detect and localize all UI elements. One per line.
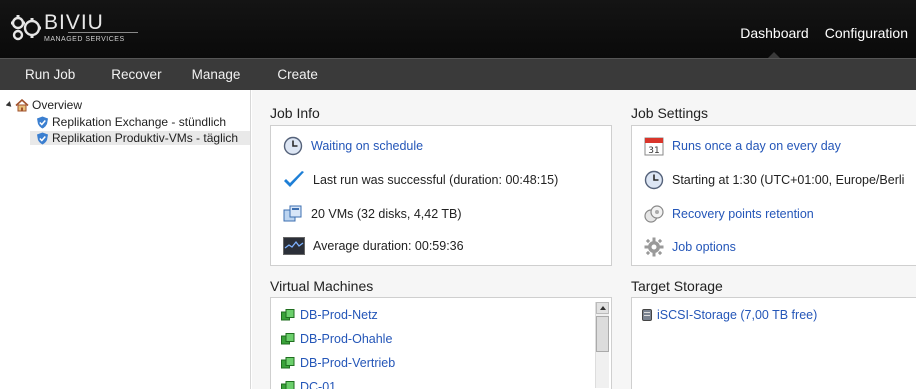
job-settings-start: Starting at 1:30 (UTC+01:00, Europe/Berl…: [644, 170, 904, 190]
tree-item-job[interactable]: Replikation Exchange - stündlich: [36, 115, 226, 129]
duration-chart-icon: [283, 237, 305, 255]
storage-icon: [642, 309, 652, 321]
scroll-up-button[interactable]: [596, 302, 609, 314]
home-icon: [15, 98, 29, 111]
scroll-thumb[interactable]: [596, 316, 609, 352]
tree-item-label: Replikation Produktiv-VMs - täglich: [52, 131, 239, 145]
job-settings-text: Recovery points retention: [672, 207, 814, 221]
run-job-button[interactable]: Run Job: [25, 67, 75, 82]
list-item[interactable]: DB-Prod-Vertrieb: [281, 356, 395, 370]
target-storage-title: Target Storage: [631, 278, 723, 294]
shield-check-icon: [37, 132, 48, 144]
vm-icon: [281, 381, 295, 389]
vm-icon: [281, 333, 295, 345]
vm-name: DC-01: [300, 380, 337, 389]
tree-item-label: Replikation Exchange - stündlich: [52, 115, 227, 129]
job-settings-text: Runs once a day on every day: [672, 139, 841, 153]
vm-name: DB-Prod-Vertrieb: [300, 356, 396, 370]
recover-button[interactable]: Recover: [111, 67, 161, 82]
tree-item-job-selected[interactable]: Replikation Produktiv-VMs - täglich: [30, 131, 250, 145]
list-item[interactable]: DB-Prod-Netz: [281, 308, 378, 322]
brand-divider: [68, 32, 138, 33]
shield-check-icon: [37, 116, 48, 128]
gear-icon: [644, 237, 664, 257]
job-info-title: Job Info: [270, 105, 320, 121]
calendar-icon: 31: [644, 137, 664, 156]
vm-name: DB-Prod-Netz: [300, 308, 378, 322]
job-info-duration: Average duration: 00:59:36: [283, 237, 464, 255]
tree-item-label: Overview: [32, 98, 83, 112]
nav-configuration[interactable]: Configuration: [817, 0, 916, 58]
calendar-day: 31: [648, 146, 659, 156]
job-settings-title: Job Settings: [631, 105, 709, 121]
tree-item-overview[interactable]: Overview: [6, 98, 82, 112]
job-settings-text: Job options: [672, 240, 736, 254]
vm-list-scrollbar[interactable]: [595, 302, 609, 388]
target-storage-panel: iSCSI-Storage (7,00 TB free): [631, 297, 916, 389]
vm-name: DB-Prod-Ohahle: [300, 332, 393, 346]
vm-icon: [281, 357, 295, 369]
job-info-text: 20 VMs (32 disks, 4,42 TB): [311, 207, 462, 221]
virtual-machines-title: Virtual Machines: [270, 278, 374, 294]
brand-subtitle: MANAGED SERVICES: [44, 36, 125, 43]
action-toolbar: Run Job Recover Manage Create: [0, 58, 916, 90]
vm-icon: [281, 309, 295, 321]
clock-icon: [644, 170, 664, 190]
app-window: BIVIU MANAGED SERVICES Dashboard Configu…: [0, 0, 916, 389]
list-item[interactable]: iSCSI-Storage (7,00 TB free): [642, 308, 817, 322]
storage-name: iSCSI-Storage (7,00 TB free): [657, 308, 818, 322]
header-bar: BIVIU MANAGED SERVICES Dashboard Configu…: [0, 0, 916, 58]
job-info-text: Waiting on schedule: [311, 139, 424, 153]
job-settings-panel: 31 Runs once a day on every day Starting…: [631, 125, 916, 266]
job-info-text: Last run was successful (duration: 00:48…: [313, 173, 559, 187]
expand-arrow-icon[interactable]: [6, 101, 13, 109]
virtual-machines-panel: DB-Prod-Netz DB-Prod-Ohahle DB-Prod-Vert…: [270, 297, 612, 389]
job-settings-text: Starting at 1:30 (UTC+01:00, Europe/Berl…: [672, 173, 905, 187]
job-info-text: Average duration: 00:59:36: [313, 239, 464, 253]
brand-logo[interactable]: BIVIU MANAGED SERVICES: [8, 10, 148, 48]
gears-icon: [11, 15, 41, 41]
job-info-status[interactable]: Waiting on schedule: [283, 136, 423, 156]
list-item[interactable]: DB-Prod-Ohahle: [281, 332, 392, 346]
list-item[interactable]: DC-01: [281, 380, 336, 389]
top-navigation: Dashboard Configuration: [732, 0, 916, 58]
job-settings-schedule[interactable]: 31 Runs once a day on every day: [644, 136, 841, 156]
create-button[interactable]: Create: [277, 67, 318, 82]
manage-button[interactable]: Manage: [192, 67, 241, 82]
job-info-panel: Waiting on schedule Last run was success…: [270, 125, 612, 266]
job-info-last-run: Last run was successful (duration: 00:48…: [283, 170, 558, 190]
job-settings-options[interactable]: Job options: [644, 237, 736, 257]
vms-icon: [283, 205, 302, 222]
checkmark-icon: [284, 171, 304, 187]
job-settings-retention[interactable]: Recovery points retention: [644, 204, 814, 224]
clock-icon: [283, 136, 303, 156]
recovery-points-icon: [644, 205, 664, 223]
job-tree-sidebar: Overview Replikation Exchange - stündlic…: [0, 90, 251, 389]
dashboard-main: Job Info Waiting on schedule Last run wa…: [252, 90, 916, 389]
job-info-vms: 20 VMs (32 disks, 4,42 TB): [283, 204, 462, 224]
nav-dashboard[interactable]: Dashboard: [732, 0, 817, 58]
